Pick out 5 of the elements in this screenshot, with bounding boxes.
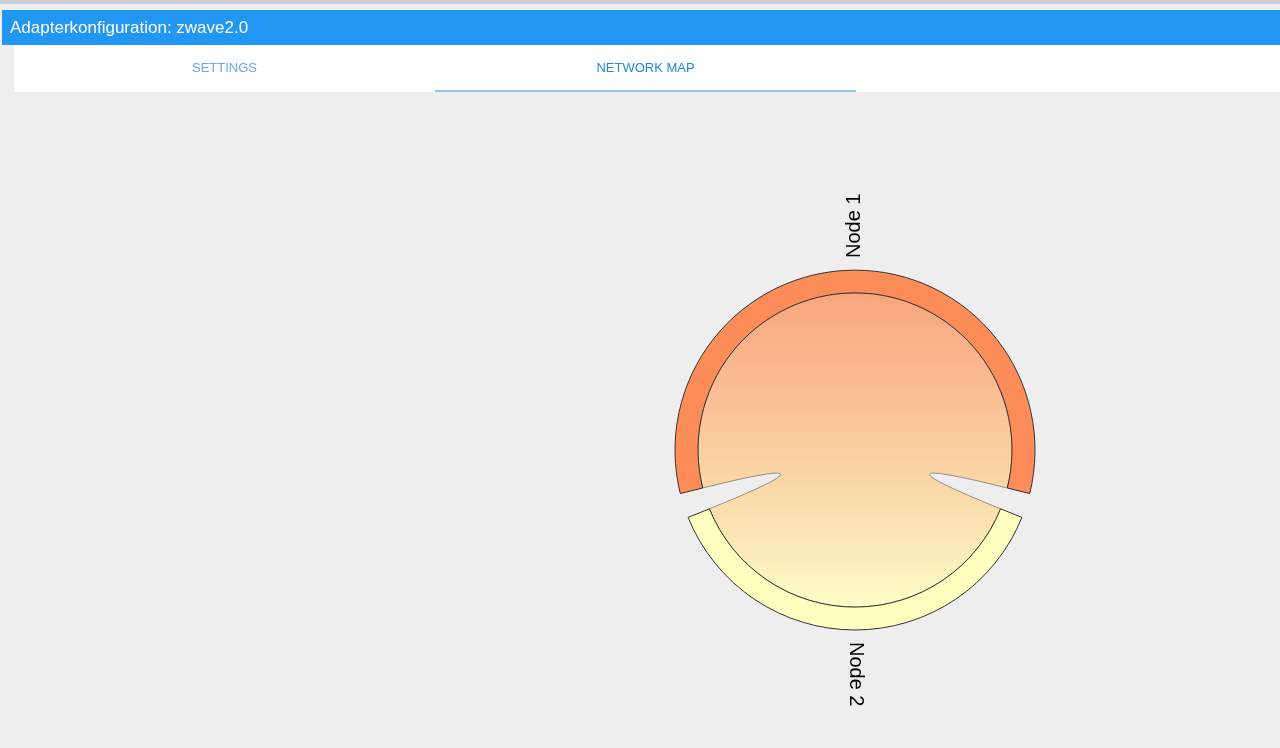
node-label: Node 1: [842, 193, 865, 258]
tab[interactable]: SETTINGS: [14, 45, 435, 92]
node-label: Node 2: [845, 642, 868, 707]
window-title: Adapterkonfiguration: zwave2.0: [10, 16, 249, 39]
tab[interactable]: NETWORK MAP: [435, 45, 856, 92]
